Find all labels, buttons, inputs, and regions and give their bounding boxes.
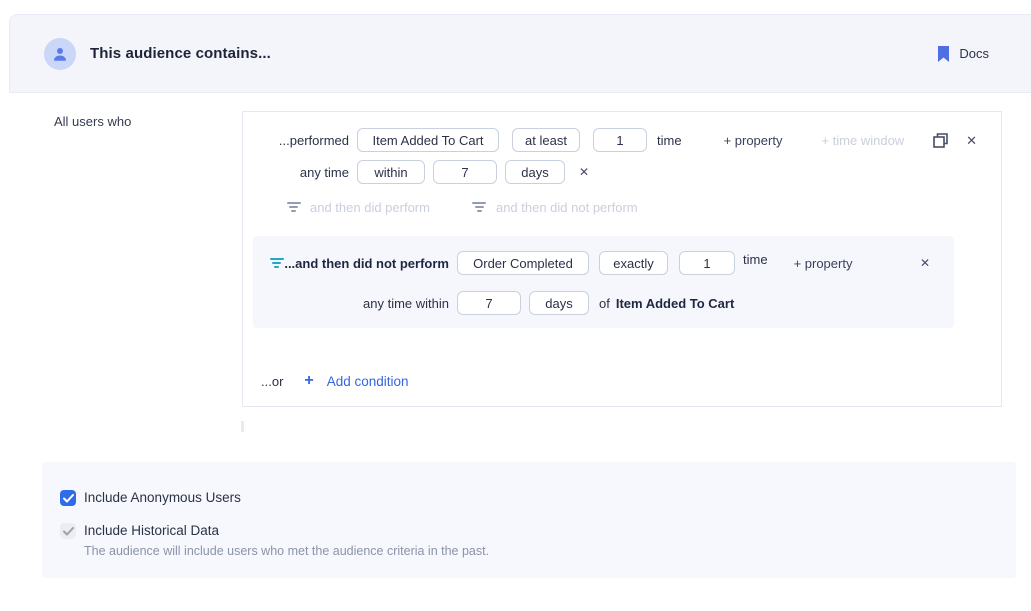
include-historical-label: Include Historical Data: [84, 523, 489, 539]
add-property-button[interactable]: + property: [724, 133, 783, 148]
and-then-did-not-perform-label: and then did not perform: [496, 200, 638, 215]
audience-options-panel: Include Anonymous Users Include Historic…: [42, 462, 1016, 578]
performed-label: ...performed: [259, 133, 349, 148]
nested-event-select[interactable]: Order Completed: [457, 251, 589, 275]
duplicate-icon: [933, 133, 948, 148]
nested-row-2: any time within days of Item Added To Ca…: [269, 291, 930, 315]
docs-label: Docs: [959, 46, 989, 61]
all-users-who-label: All users who: [54, 114, 131, 129]
nested-operator-select[interactable]: exactly: [599, 251, 668, 275]
nested-remove-button[interactable]: ✕: [920, 257, 930, 269]
window-unit-select[interactable]: days: [505, 160, 565, 184]
include-anonymous-label: Include Anonymous Users: [84, 490, 241, 506]
person-icon: [51, 45, 69, 63]
docs-link[interactable]: Docs: [937, 46, 989, 62]
remove-condition-button[interactable]: ✕: [966, 134, 977, 147]
nested-condition-card: ...and then did not perform Order Comple…: [253, 236, 954, 328]
add-condition-label: Add condition: [327, 374, 409, 389]
connector-stub: [241, 421, 244, 432]
reference-event-label: Item Added To Cart: [616, 296, 734, 311]
count-input[interactable]: [593, 128, 647, 152]
include-historical-description: The audience will include users who met …: [84, 544, 489, 558]
condition-card: ...performed Item Added To Cart at least…: [242, 111, 1002, 407]
check-icon: [63, 527, 74, 536]
filter-icon: [286, 202, 301, 212]
event-select[interactable]: Item Added To Cart: [357, 128, 499, 152]
remove-time-window-button[interactable]: ✕: [579, 166, 589, 178]
nested-add-property-button[interactable]: + property: [794, 256, 853, 271]
check-icon: [63, 494, 74, 503]
nested-condition-title: ...and then did not perform: [284, 256, 449, 271]
bookmark-icon: [937, 46, 950, 62]
time-window-row: any time within days ✕: [259, 160, 977, 184]
funnel-filter-icon: [269, 258, 284, 268]
within-select[interactable]: within: [357, 160, 425, 184]
filter-icon: [472, 202, 487, 212]
page-title: This audience contains...: [90, 45, 271, 62]
any-time-within-label: any time within: [269, 296, 449, 311]
nested-time-label: time: [743, 252, 768, 267]
include-anonymous-checkbox[interactable]: [60, 490, 76, 506]
add-condition-button[interactable]: + Add condition: [304, 373, 408, 389]
nested-window-unit-select[interactable]: days: [529, 291, 589, 315]
user-avatar: [44, 38, 76, 70]
and-then-did-not-perform-option[interactable]: and then did not perform: [472, 200, 638, 215]
historical-data-row: Include Historical Data The audience wil…: [60, 523, 1016, 558]
operator-select[interactable]: at least: [512, 128, 580, 152]
sequence-options-row: and then did perform and then did not pe…: [259, 199, 977, 215]
or-label: ...or: [261, 374, 283, 389]
add-condition-row: ...or + Add condition: [259, 369, 977, 393]
nested-window-value-input[interactable]: [457, 291, 521, 315]
header-bar: This audience contains... Docs: [9, 14, 1031, 93]
nested-row-1: ...and then did not perform Order Comple…: [269, 251, 930, 275]
include-historical-checkbox: [60, 523, 76, 539]
time-label: time: [657, 133, 682, 148]
and-then-did-perform-label: and then did perform: [310, 200, 430, 215]
plus-icon: +: [304, 373, 313, 389]
add-time-window-button: + time window: [821, 133, 904, 148]
audience-builder-page: This audience contains... Docs All users…: [0, 0, 1031, 611]
and-then-did-perform-option[interactable]: and then did perform: [286, 200, 430, 215]
duplicate-condition-button[interactable]: [933, 133, 948, 148]
of-label: of: [599, 296, 610, 311]
anonymous-users-row: Include Anonymous Users: [60, 490, 1016, 506]
window-value-input[interactable]: [433, 160, 497, 184]
nested-count-input[interactable]: [679, 251, 735, 275]
any-time-label: any time: [259, 165, 349, 180]
performed-row: ...performed Item Added To Cart at least…: [259, 128, 977, 152]
